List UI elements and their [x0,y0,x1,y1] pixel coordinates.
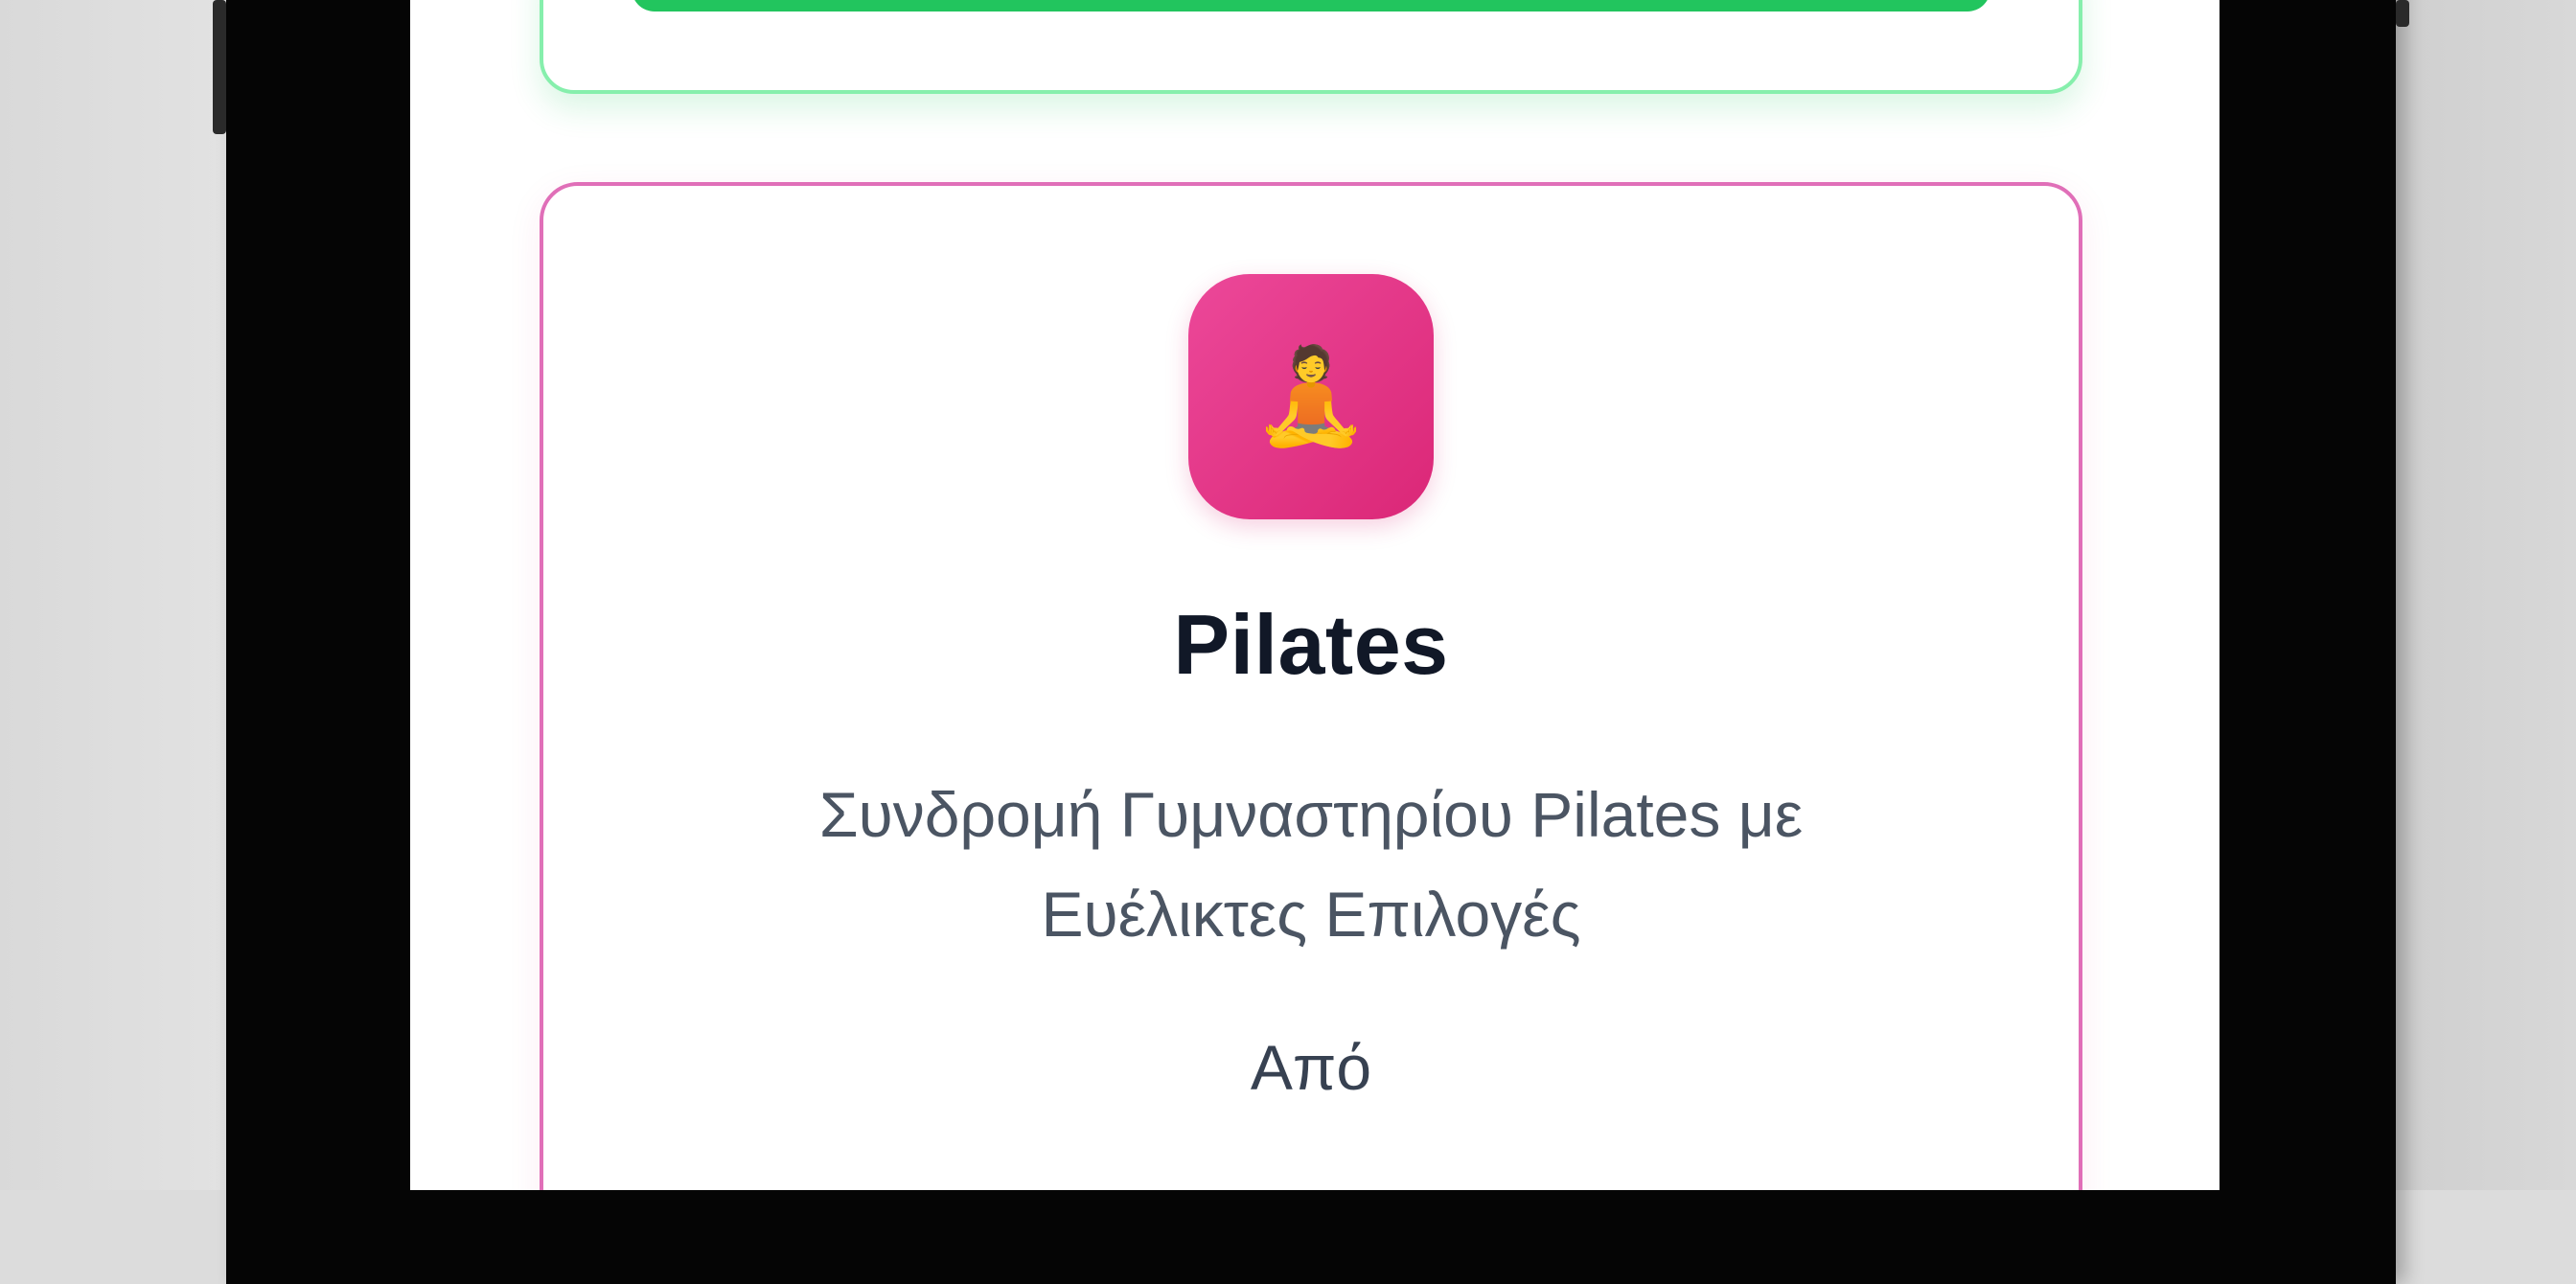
plan-card-previous-button[interactable] [632,0,1990,11]
plan-title: Pilates [1173,597,1449,692]
person-in-lotus-position-icon: 🧘 [1188,274,1434,519]
phone-screen: 🧘 Pilates Συνδρομή Γυμναστηρίου Pilates … [410,0,2220,1190]
phone-side-button-left [213,0,226,134]
plan-card-previous[interactable] [540,0,2082,94]
plan-card-pilates[interactable]: 🧘 Pilates Συνδρομή Γυμναστηρίου Pilates … [540,182,2082,1190]
price-prefix: Από [1250,1032,1372,1103]
lotus-emoji: 🧘 [1252,342,1370,451]
background-right [2396,0,2576,1190]
phone-side-button-right [2396,0,2409,27]
background-left [0,0,226,1190]
plan-description: Συνδρομή Γυμναστηρίου Pilates με Ευέλικτ… [818,779,1804,950]
